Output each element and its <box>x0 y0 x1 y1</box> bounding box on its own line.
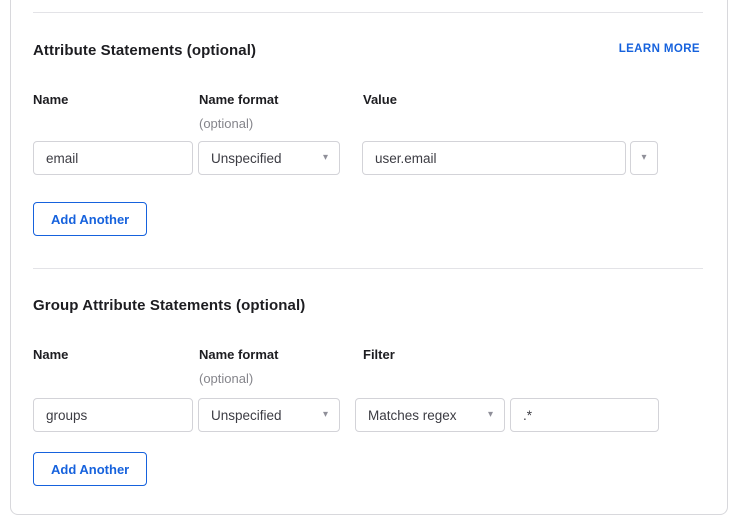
add-another-group-attribute-button[interactable]: Add Another <box>33 452 147 486</box>
saml-settings-panel <box>10 0 728 515</box>
chevron-down-icon: ▾ <box>323 153 328 163</box>
section-divider-top <box>33 12 703 13</box>
group-attribute-name-format-select[interactable]: Unspecified ▾ <box>198 398 340 432</box>
column-label-name: Name <box>33 92 68 107</box>
attribute-statements-heading: Attribute Statements (optional) <box>33 42 256 59</box>
column-label-name-format: Name format <box>199 347 278 362</box>
group-filter-type-value: Matches regex <box>368 408 457 423</box>
group-filter-value-input[interactable] <box>510 398 659 432</box>
attribute-value-dropdown-button[interactable]: ▾ <box>630 141 658 175</box>
attribute-name-format-value: Unspecified <box>211 151 282 166</box>
column-label-value: Value <box>363 92 397 107</box>
group-attribute-name-input[interactable] <box>33 398 193 432</box>
column-label-name: Name <box>33 347 68 362</box>
chevron-down-icon: ▾ <box>323 410 328 420</box>
attribute-name-format-select[interactable]: Unspecified ▾ <box>198 141 340 175</box>
section-divider-middle <box>33 268 703 269</box>
add-another-attribute-button[interactable]: Add Another <box>33 202 147 236</box>
group-attribute-name-format-value: Unspecified <box>211 408 282 423</box>
attribute-name-input[interactable] <box>33 141 193 175</box>
chevron-down-icon: ▾ <box>641 153 646 163</box>
column-label-name-format: Name format <box>199 92 278 107</box>
group-attribute-statements-heading: Group Attribute Statements (optional) <box>33 297 305 314</box>
column-label-filter: Filter <box>363 347 395 362</box>
attribute-value-input[interactable] <box>362 141 626 175</box>
column-sublabel-optional: (optional) <box>199 371 253 386</box>
column-sublabel-optional: (optional) <box>199 116 253 131</box>
learn-more-link[interactable]: LEARN MORE <box>619 43 700 55</box>
settings-page: Attribute Statements (optional) LEARN MO… <box>0 0 737 530</box>
chevron-down-icon: ▾ <box>488 410 493 420</box>
group-filter-type-select[interactable]: Matches regex ▾ <box>355 398 505 432</box>
